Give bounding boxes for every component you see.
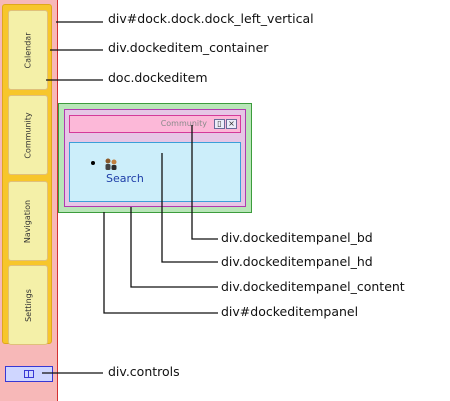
leader-panel-content (130, 207, 218, 288)
annotation-leader-lines (42, 21, 218, 374)
leader-panel-hd (161, 153, 218, 263)
label-item: doc.dockeditem (108, 70, 208, 85)
label-panel-bd: div.dockeditempanel_bd (221, 230, 373, 245)
label-controls: div.controls (108, 364, 180, 379)
leader-panel-bd (191, 125, 218, 240)
label-container: div.dockeditem_container (108, 40, 269, 55)
label-dock: div#dock.dock.dock_left_vertical (108, 11, 314, 26)
label-panel-content: div.dockeditempanel_content (221, 279, 405, 294)
label-panel: div#dockeditempanel (221, 304, 359, 319)
label-panel-hd: div.dockeditempanel_hd (221, 254, 373, 269)
